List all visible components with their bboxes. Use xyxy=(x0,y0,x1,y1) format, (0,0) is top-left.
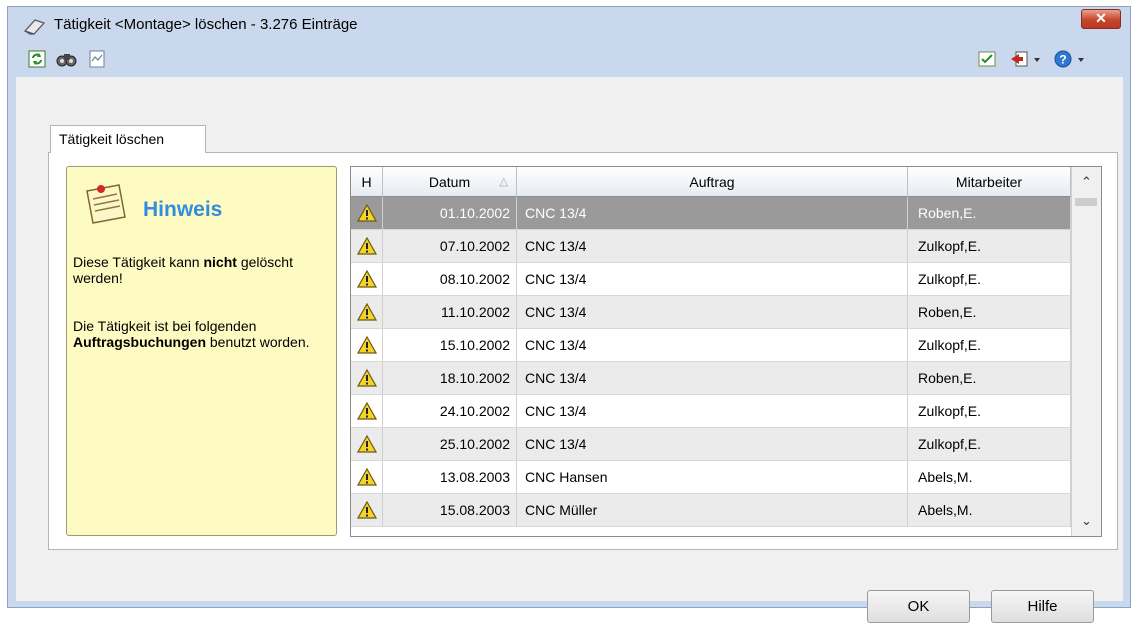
table-row[interactable]: 15.10.2002 CNC 13/4 Zulkopf,E. xyxy=(351,329,1071,362)
column-header-auftrag[interactable]: Auftrag xyxy=(517,167,908,197)
sort-ascending-icon: △ xyxy=(499,176,508,188)
warning-icon xyxy=(357,501,377,519)
cell-datum: 25.10.2002 xyxy=(383,428,517,460)
scroll-down-button[interactable]: ⌄ xyxy=(1072,506,1101,536)
warning-icon xyxy=(357,435,377,453)
client-area: Tätigkeit löschen Hinweis Diese Tätigkei… xyxy=(16,77,1123,623)
cell-datum: 15.08.2003 xyxy=(383,494,517,526)
help-icon[interactable]: ? xyxy=(1054,50,1072,68)
table-row[interactable]: 01.10.2002 CNC 13/4 Roben,E. xyxy=(351,197,1071,230)
close-button[interactable]: ✕ xyxy=(1081,9,1121,29)
dialog-window: Tätigkeit <Montage> löschen - 3.276 Eint… xyxy=(7,6,1131,623)
cell-datum: 08.10.2002 xyxy=(383,263,517,295)
warning-icon xyxy=(357,204,377,222)
hint-message: Diese Tätigkeit kann nicht gelöscht werd… xyxy=(73,254,293,286)
cell-auftrag: CNC 13/4 xyxy=(517,362,908,394)
warning-cell xyxy=(351,461,383,493)
column-header-mitarbeiter[interactable]: Mitarbeiter xyxy=(908,167,1071,197)
cell-mitarbeiter: Roben,E. xyxy=(908,197,1071,229)
warning-icon xyxy=(357,336,377,354)
table-row[interactable]: 25.10.2002 CNC 13/4 Zulkopf,E. xyxy=(351,428,1071,461)
cell-auftrag: CNC 13/4 xyxy=(517,395,908,427)
cell-mitarbeiter: Roben,E. xyxy=(908,362,1071,394)
warning-icon xyxy=(357,369,377,387)
cell-mitarbeiter: Abels,M. xyxy=(908,494,1071,526)
warning-cell xyxy=(351,197,383,229)
column-header-h[interactable]: H xyxy=(351,167,383,197)
warning-icon xyxy=(357,468,377,486)
eraser-icon xyxy=(23,19,46,35)
cell-mitarbeiter: Zulkopf,E. xyxy=(908,230,1071,262)
warning-icon xyxy=(357,303,377,321)
tab-taetigkeit-loeschen[interactable]: Tätigkeit löschen xyxy=(50,125,206,153)
refresh-icon[interactable] xyxy=(28,50,46,68)
warning-cell xyxy=(351,329,383,361)
warning-cell xyxy=(351,428,383,460)
cell-datum: 11.10.2002 xyxy=(383,296,517,328)
window-title: Tätigkeit <Montage> löschen - 3.276 Eint… xyxy=(54,16,358,33)
cell-mitarbeiter: Roben,E. xyxy=(908,296,1071,328)
warning-cell xyxy=(351,395,383,427)
exit-icon[interactable] xyxy=(1010,50,1028,68)
tab-page: Hinweis Diese Tätigkeit kann nicht gelös… xyxy=(48,152,1118,550)
warning-cell xyxy=(351,263,383,295)
warning-icon xyxy=(357,402,377,420)
cell-auftrag: CNC 13/4 xyxy=(517,197,908,229)
column-header-datum[interactable]: Datum △ xyxy=(383,167,517,197)
warning-icon xyxy=(357,270,377,288)
svg-text:?: ? xyxy=(1059,53,1066,67)
toolbar: ? xyxy=(16,45,1122,75)
cell-auftrag: CNC Müller xyxy=(517,494,908,526)
cell-datum: 15.10.2002 xyxy=(383,329,517,361)
cell-mitarbeiter: Zulkopf,E. xyxy=(908,263,1071,295)
cell-datum: 24.10.2002 xyxy=(383,395,517,427)
scroll-thumb[interactable] xyxy=(1075,198,1097,206)
cell-auftrag: CNC 13/4 xyxy=(517,296,908,328)
chevron-down-icon[interactable] xyxy=(1032,50,1042,68)
cell-auftrag: CNC 13/4 xyxy=(517,428,908,460)
cell-datum: 07.10.2002 xyxy=(383,230,517,262)
cell-auftrag: CNC 13/4 xyxy=(517,230,908,262)
table-row[interactable]: 24.10.2002 CNC 13/4 Zulkopf,E. xyxy=(351,395,1071,428)
scroll-up-button[interactable]: ⌃ xyxy=(1072,167,1101,197)
notepad-icon xyxy=(86,184,126,224)
cell-datum: 01.10.2002 xyxy=(383,197,517,229)
vertical-scrollbar[interactable]: ⌃ ⌄ xyxy=(1071,167,1101,536)
hint-panel: Hinweis Diese Tätigkeit kann nicht gelös… xyxy=(66,166,337,536)
cell-auftrag: CNC 13/4 xyxy=(517,263,908,295)
warning-cell xyxy=(351,494,383,526)
hint-detail: Die Tätigkeit ist bei folgenden Auftrags… xyxy=(73,318,310,350)
help-button[interactable]: Hilfe xyxy=(991,590,1094,623)
warning-cell xyxy=(351,230,383,262)
cell-mitarbeiter: Abels,M. xyxy=(908,461,1071,493)
warning-cell xyxy=(351,296,383,328)
warning-cell xyxy=(351,362,383,394)
cell-mitarbeiter: Zulkopf,E. xyxy=(908,329,1071,361)
chevron-down-icon[interactable] xyxy=(1076,50,1086,68)
hint-title: Hinweis xyxy=(143,198,223,221)
binoculars-icon[interactable] xyxy=(56,50,78,68)
ok-button[interactable]: OK xyxy=(867,590,970,623)
cell-auftrag: CNC 13/4 xyxy=(517,329,908,361)
table-row[interactable]: 18.10.2002 CNC 13/4 Roben,E. xyxy=(351,362,1071,395)
table-row[interactable]: 08.10.2002 CNC 13/4 Zulkopf,E. xyxy=(351,263,1071,296)
cell-auftrag: CNC Hansen xyxy=(517,461,908,493)
title-bar: Tätigkeit <Montage> löschen - 3.276 Eint… xyxy=(8,7,1130,45)
cell-datum: 18.10.2002 xyxy=(383,362,517,394)
table-row[interactable]: 07.10.2002 CNC 13/4 Zulkopf,E. xyxy=(351,230,1071,263)
table-row[interactable]: 13.08.2003 CNC Hansen Abels,M. xyxy=(351,461,1071,494)
table-row[interactable]: 15.08.2003 CNC Müller Abels,M. xyxy=(351,494,1071,527)
checklist-icon[interactable] xyxy=(978,50,996,68)
cell-mitarbeiter: Zulkopf,E. xyxy=(908,428,1071,460)
bookings-grid[interactable]: H Datum △ Auftrag Mitarbeiter 01.10.2002… xyxy=(350,166,1102,537)
report-icon[interactable] xyxy=(88,50,106,68)
cell-datum: 13.08.2003 xyxy=(383,461,517,493)
cell-mitarbeiter: Zulkopf,E. xyxy=(908,395,1071,427)
table-row[interactable]: 11.10.2002 CNC 13/4 Roben,E. xyxy=(351,296,1071,329)
warning-icon xyxy=(357,237,377,255)
